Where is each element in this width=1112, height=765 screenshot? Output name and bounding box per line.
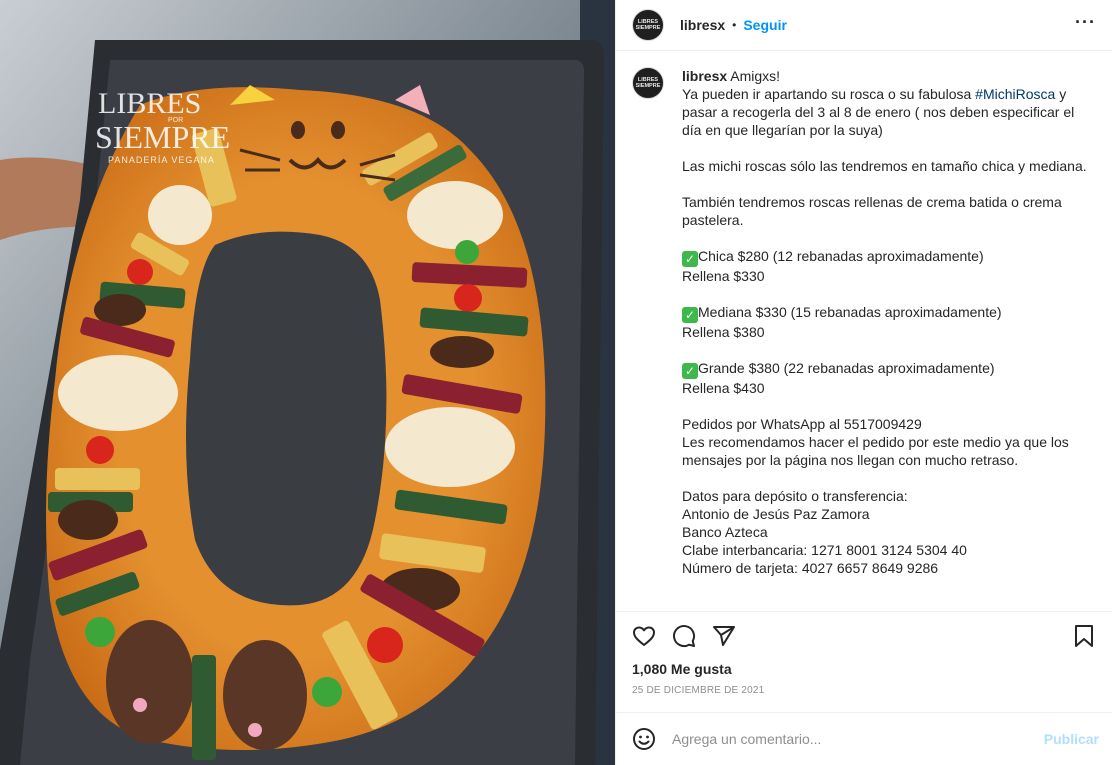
caption: LIBRES SIEMPRE libresx Amigxs! Ya pueden …: [616, 51, 1112, 612]
caption-paragraph3: También tendremos roscas rellenas de cre…: [682, 194, 1066, 228]
emoji-icon[interactable]: [632, 727, 656, 751]
bookmark-icon[interactable]: [1072, 624, 1096, 648]
check-emoji-icon: ✓: [682, 307, 698, 323]
watermark-sub: PANADERÍA VEGANA: [108, 155, 215, 165]
comment-input[interactable]: [672, 731, 1044, 747]
caption-avatar[interactable]: LIBRES SIEMPRE: [632, 67, 664, 99]
publish-button[interactable]: Publicar: [1044, 731, 1099, 747]
heart-icon[interactable]: [632, 624, 656, 648]
likes-count[interactable]: 1,080 Me gusta: [616, 660, 1112, 682]
caption-orders: Pedidos por WhatsApp al 5517009429 Les r…: [682, 416, 1069, 468]
watermark-line1: LIBRES: [98, 87, 201, 120]
instagram-post: LIBRES POR SIEMPRE PANADERÍA VEGANA LIBR…: [0, 0, 1112, 765]
post-image[interactable]: LIBRES POR SIEMPRE PANADERÍA VEGANA: [0, 0, 615, 765]
size-chica-rellena: Rellena $330: [682, 268, 765, 284]
caption-paragraph2: Las michi roscas sólo las tendremos en t…: [682, 158, 1087, 174]
size-chica: Chica $280 (12 rebanadas aproximadamente…: [698, 248, 984, 264]
caption-text: libresx Amigxs! Ya pueden ir apartando s…: [682, 67, 1096, 611]
comment-icon[interactable]: [672, 624, 696, 648]
avatar[interactable]: LIBRES SIEMPRE: [632, 9, 664, 41]
caption-username[interactable]: libresx: [682, 68, 727, 84]
more-options-icon[interactable]: ···: [1075, 13, 1096, 33]
paper-plane-icon[interactable]: [712, 624, 736, 648]
follow-button[interactable]: Seguir: [743, 17, 787, 33]
caption-bank: Datos para depósito o transferencia: Ant…: [682, 488, 967, 576]
comment-form: Publicar: [616, 712, 1112, 765]
check-emoji-icon: ✓: [682, 363, 698, 379]
watermark-line2: SIEMPRE: [95, 119, 230, 155]
post-sidebar: LIBRES SIEMPRE libresx • Seguir ··· LIBRE…: [615, 0, 1112, 765]
size-mediana: Mediana $330 (15 rebanadas aproximadamen…: [698, 304, 1002, 320]
check-emoji-icon: ✓: [682, 251, 698, 267]
separator-dot: •: [732, 18, 737, 32]
post-header: LIBRES SIEMPRE libresx • Seguir ···: [616, 0, 1112, 51]
rosca-photo: LIBRES POR SIEMPRE PANADERÍA VEGANA: [0, 0, 615, 765]
size-grande: Grande $380 (22 rebanadas aproximadament…: [698, 360, 995, 376]
size-grande-rellena: Rellena $430: [682, 380, 765, 396]
post-date[interactable]: 25 DE DICIEMBRE DE 2021: [616, 682, 1112, 712]
size-mediana-rellena: Rellena $380: [682, 324, 765, 340]
action-bar: [616, 612, 1112, 660]
hashtag-link[interactable]: #MichiRosca: [975, 86, 1055, 102]
header-username[interactable]: libresx: [680, 17, 725, 33]
